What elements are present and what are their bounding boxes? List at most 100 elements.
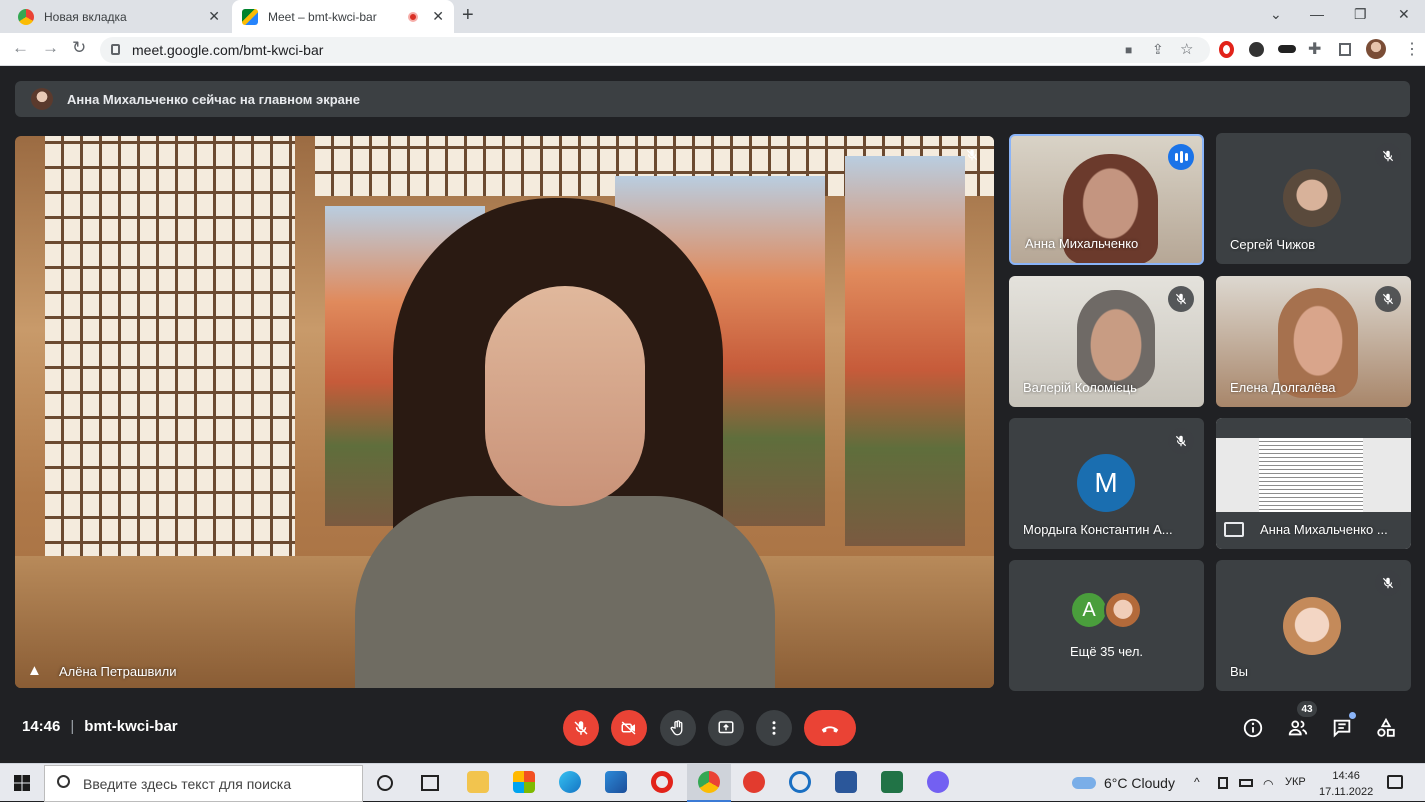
chrome-taskbar-button[interactable] [687,764,731,802]
task-view-icon[interactable] [421,775,439,791]
wifi-icon[interactable]: ◠ [1263,777,1273,791]
participant-name: Вы [1230,664,1249,679]
lock-icon [111,44,120,55]
meeting-details-button[interactable] [1241,716,1265,740]
tab-title: Новая вкладка [44,9,127,24]
cortana-icon[interactable] [377,775,393,791]
tab-meet[interactable]: Meet – bmt-kwci-bar ✕ [232,0,454,33]
glasses-extension-icon[interactable] [1278,45,1296,53]
address-bar[interactable]: meet.google.com/bmt-kwci-bar ■ ⇪ ☆ [100,37,1210,63]
avatar [31,88,53,110]
device-icon[interactable] [1218,777,1228,789]
shapes-icon [1377,717,1395,737]
activities-button[interactable] [1374,716,1398,740]
word-icon[interactable] [835,771,857,793]
presentation-banner: Анна Михальченко сейчас на главном экран… [15,81,1410,117]
system-clock[interactable]: 14:46 17.11.2022 [1319,768,1373,800]
meeting-code[interactable]: bmt-kwci-bar [84,718,177,735]
back-icon[interactable]: ← [12,38,29,58]
participant-tile[interactable]: Анна Михальченко [1009,134,1204,265]
close-icon[interactable]: ✕ [208,8,220,25]
excel-icon[interactable] [881,771,903,793]
participant-video-body [355,496,775,688]
participant-name: Елена Долгалёва [1230,380,1336,395]
clock-time: 14:46 [1332,770,1360,782]
forward-icon[interactable]: → [42,38,59,58]
camera-off-icon [621,721,636,735]
chevron-up-icon[interactable]: ^ [1194,775,1200,789]
side-panel-icon[interactable] [1339,43,1351,56]
avatar: A [1070,591,1108,629]
participant-tile-self[interactable]: Вы [1216,560,1411,691]
extensions-puzzle-icon[interactable]: ✚ [1308,39,1321,59]
search-icon [57,775,70,788]
mic-off-icon [574,721,588,735]
new-tab-button[interactable]: + [462,4,474,27]
cloud-icon [1072,777,1096,789]
participant-tile[interactable]: Сергей Чижов [1216,133,1411,264]
chrome-icon [18,8,34,25]
camera-toggle-button[interactable] [611,710,647,746]
mic-off-icon [1168,286,1194,312]
info-icon [1243,718,1263,738]
taskbar-search-input[interactable]: Введите здесь текст для поиска [44,765,363,802]
close-icon[interactable]: ✕ [432,8,444,25]
profile-avatar[interactable] [1366,39,1386,59]
participant-name: Валерій Коломієць [1023,380,1137,395]
participant-tile-more[interactable]: A Ещё 35 чел. [1009,560,1204,691]
meet-icon [242,8,258,25]
tab-new-tab[interactable]: Новая вкладка ✕ [8,0,230,33]
opera-icon[interactable] [651,771,673,793]
weather-widget[interactable]: 6°C Cloudy [1072,775,1175,791]
present-now-button[interactable] [708,710,744,746]
chat-icon [1333,719,1351,738]
extension-icon[interactable] [1249,42,1264,57]
leave-call-button[interactable] [804,710,856,746]
search-placeholder: Введите здесь текст для поиска [83,775,292,792]
battery-icon[interactable] [1239,779,1253,787]
participant-tile[interactable]: M Мордыга Константин А... [1009,418,1204,549]
video-background-garden [845,156,965,546]
reload-icon[interactable]: ↻ [72,38,86,58]
video-background-shoji [45,136,295,566]
chat-button[interactable] [1330,712,1356,740]
notifications-icon[interactable] [1387,775,1403,789]
share-icon[interactable]: ⇪ [1152,41,1164,58]
people-button[interactable] [1286,716,1310,740]
participant-name: Мордыга Константин А... [1023,522,1173,537]
participant-tile[interactable]: Анна Михальченко ... [1216,418,1411,549]
camera-icon[interactable]: ■ [1125,43,1132,57]
app-icon[interactable] [789,771,811,793]
banner-text: Анна Михальченко сейчас на главном экран… [67,91,360,107]
app-icon[interactable] [605,771,627,793]
participant-tile[interactable]: Елена Долгалёва [1216,276,1411,407]
more-options-button[interactable] [756,710,792,746]
minimize-button[interactable]: — [1310,6,1324,22]
menu-kebab-icon[interactable]: ⋮ [1404,39,1420,59]
close-window-button[interactable]: ✕ [1398,6,1410,23]
viber-icon[interactable] [927,771,949,793]
maximize-button[interactable]: ❐ [1354,6,1367,23]
participant-tile[interactable]: Валерій Коломієць [1009,276,1204,407]
mic-toggle-button[interactable] [563,710,599,746]
language-indicator[interactable]: УКР [1285,776,1306,788]
opera-extension-icon[interactable] [1219,41,1234,58]
meeting-time: 14:46 [22,718,61,735]
bookmark-star-icon[interactable]: ☆ [1180,40,1193,58]
people-icon [1288,720,1308,736]
edge-icon[interactable] [559,771,581,793]
avatar [1283,169,1341,227]
tab-search-icon[interactable]: ⌄ [1270,6,1282,23]
participants-count-badge: 43 [1297,701,1317,717]
chrome-icon [698,771,720,793]
raise-hand-button[interactable] [660,710,696,746]
file-explorer-icon[interactable] [467,771,489,793]
tile-header [1216,418,1411,438]
main-video-tile[interactable]: ▲ Алёна Петрашвили [15,136,994,688]
avatar [1104,591,1142,629]
pin-icon[interactable]: ▲ [27,662,42,679]
participant-video-face [485,286,645,506]
app-icon[interactable] [743,771,765,793]
windows-start-icon[interactable] [14,775,30,791]
store-icon[interactable] [513,771,535,793]
